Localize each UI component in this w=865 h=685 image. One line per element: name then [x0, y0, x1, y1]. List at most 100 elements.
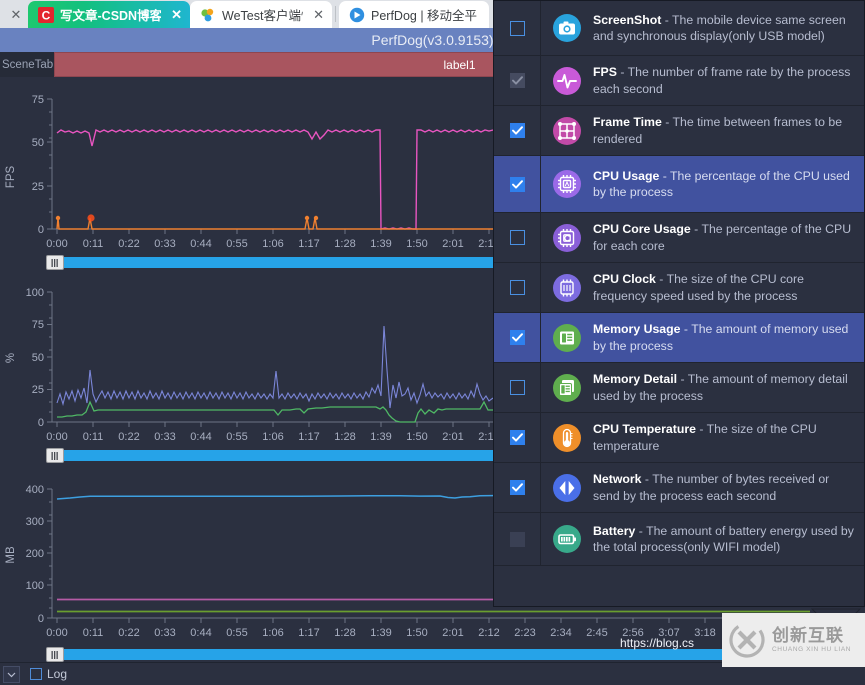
dropdown-item-icon-cell [541, 463, 593, 512]
scrollbar-handle[interactable] [46, 647, 64, 662]
metrics-dropdown-panel[interactable]: ScreenShot - The mobile device same scre… [493, 0, 865, 607]
svg-text:0:22: 0:22 [118, 238, 139, 250]
svg-text:0:55: 0:55 [226, 627, 247, 639]
checkbox[interactable] [509, 280, 525, 295]
svg-text:0:00: 0:00 [46, 431, 67, 443]
dropdown-item-cpu-usage[interactable]: CPU Usage - The percentage of the CPU us… [494, 156, 864, 213]
svg-text:0:44: 0:44 [190, 627, 211, 639]
browser-tab-wetest[interactable]: WeTest客户端性能 ✕ [190, 1, 332, 28]
svg-text:100: 100 [26, 580, 44, 592]
dropdown-item-network[interactable]: Network - The number of bytes received o… [494, 463, 864, 513]
close-icon[interactable]: ✕ [11, 8, 22, 21]
dropdown-item-cpu-temperature[interactable]: CPU Temperature - The size of the CPU te… [494, 413, 864, 463]
log-checkbox[interactable] [30, 668, 42, 680]
dropdown-item-name: Battery [593, 523, 636, 538]
dropdown-item-text: CPU Usage - The percentage of the CPU us… [593, 156, 864, 212]
dropdown-item-name: CPU Usage [593, 168, 660, 183]
svg-text:1:28: 1:28 [334, 238, 355, 250]
collapse-panel-button[interactable] [3, 665, 20, 683]
dropdown-item-icon-cell [541, 1, 593, 55]
dropdown-item-checkbox-cell[interactable] [494, 56, 541, 105]
camera-icon [552, 13, 582, 43]
dropdown-item-checkbox-cell[interactable] [494, 263, 541, 312]
checkbox[interactable] [509, 123, 525, 138]
dropdown-item-checkbox-cell[interactable] [494, 313, 541, 362]
memory-detail-icon [552, 373, 582, 403]
dropdown-item-memory-detail[interactable]: Memory Detail - The amount of memory det… [494, 363, 864, 413]
dropdown-item-checkbox-cell[interactable] [494, 363, 541, 412]
cpu-chip-icon [552, 169, 582, 199]
dropdown-item-checkbox-cell[interactable] [494, 156, 541, 212]
dropdown-item-cpu-clock[interactable]: CPU Clock - The size of the CPU core fre… [494, 263, 864, 313]
svg-text:0:22: 0:22 [118, 627, 139, 639]
svg-text:2:01: 2:01 [442, 431, 463, 443]
tab-divider [335, 6, 336, 22]
dropdown-item-text: CPU Clock - The size of the CPU core fre… [593, 263, 864, 312]
svg-text:2:23: 2:23 [514, 627, 535, 639]
checkbox[interactable] [509, 531, 525, 547]
dropdown-item-screenshot[interactable]: ScreenShot - The mobile device same scre… [494, 1, 864, 56]
checkbox[interactable] [509, 380, 525, 395]
dropdown-item-fps[interactable]: FPS - The number of frame rate by the pr… [494, 56, 864, 106]
app-title: PerfDog(v3.0.9153) [371, 32, 494, 48]
svg-text:0:22: 0:22 [118, 431, 139, 443]
dropdown-item-cpu-core-usage[interactable]: CPU Core Usage - The percentage of the C… [494, 213, 864, 263]
svg-text:0:00: 0:00 [46, 238, 67, 250]
watermark-cn: 创新互联 [772, 625, 844, 645]
svg-text:75: 75 [32, 94, 44, 106]
svg-text:2:45: 2:45 [586, 627, 607, 639]
dropdown-item-checkbox-cell[interactable] [494, 513, 541, 565]
svg-text:0: 0 [38, 613, 44, 625]
svg-text:0: 0 [38, 224, 44, 236]
checkbox[interactable] [509, 430, 525, 445]
close-icon[interactable]: ✕ [313, 8, 324, 21]
scene-tab-button[interactable]: SceneTab [0, 52, 54, 77]
dropdown-item-checkbox-cell[interactable] [494, 106, 541, 155]
scrollbar-handle[interactable] [46, 255, 64, 270]
dropdown-item-memory-usage[interactable]: Memory Usage - The amount of memory used… [494, 313, 864, 363]
memory-icon [552, 323, 582, 353]
dropdown-item-text: Memory Usage - The amount of memory used… [593, 313, 864, 362]
dropdown-item-checkbox-cell[interactable] [494, 413, 541, 462]
dropdown-item-icon-cell [541, 156, 593, 212]
svg-text:2:01: 2:01 [442, 238, 463, 250]
close-icon[interactable]: ✕ [171, 8, 182, 21]
scrollbar-handle[interactable] [46, 448, 64, 463]
checkbox[interactable] [509, 230, 525, 245]
browser-tab-partial[interactable]: ✕ [0, 1, 28, 28]
chevron-down-icon [7, 672, 16, 677]
svg-text:1:06: 1:06 [262, 627, 283, 639]
svg-text:0:44: 0:44 [190, 431, 211, 443]
dropdown-item-frame-time[interactable]: Frame Time - The time between frames to … [494, 106, 864, 156]
checkbox[interactable] [509, 73, 525, 88]
browser-tab-label: 写文章-CSDN博客 [60, 9, 162, 23]
svg-text:1:39: 1:39 [370, 238, 391, 250]
svg-text:0: 0 [38, 417, 44, 429]
dropdown-item-name: FPS [593, 65, 617, 80]
svg-text:1:06: 1:06 [262, 431, 283, 443]
svg-text:75: 75 [32, 319, 44, 331]
svg-text:3:18: 3:18 [694, 627, 715, 639]
dropdown-item-text: FPS - The number of frame rate by the pr… [593, 56, 864, 105]
log-checkbox-group[interactable]: Log [30, 667, 67, 681]
dropdown-item-checkbox-cell[interactable] [494, 1, 541, 55]
grip-icon [51, 451, 58, 460]
dropdown-item-battery[interactable]: Battery - The amount of battery energy u… [494, 513, 864, 566]
checkbox[interactable] [509, 176, 525, 192]
svg-text:0:44: 0:44 [190, 238, 211, 250]
browser-tab-csdn[interactable]: C 写文章-CSDN博客 ✕ [28, 1, 190, 28]
dropdown-item-icon-cell [541, 313, 593, 362]
checkbox[interactable] [509, 20, 525, 36]
checkbox[interactable] [509, 330, 525, 345]
browser-tab-perfdog[interactable]: PerfDog | 移动全平 [339, 1, 489, 28]
perfdog-icon [349, 7, 365, 23]
dropdown-item-checkbox-cell[interactable] [494, 213, 541, 262]
dropdown-item-text: Battery - The amount of battery energy u… [593, 513, 864, 565]
watermark: 创新互联 CHUANG XIN HU LIAN [722, 613, 865, 667]
svg-text:1:39: 1:39 [370, 431, 391, 443]
svg-text:400: 400 [26, 484, 44, 496]
checkbox[interactable] [509, 480, 525, 495]
svg-text:1:17: 1:17 [298, 627, 319, 639]
dropdown-item-checkbox-cell[interactable] [494, 463, 541, 512]
svg-text:0:11: 0:11 [83, 627, 104, 639]
